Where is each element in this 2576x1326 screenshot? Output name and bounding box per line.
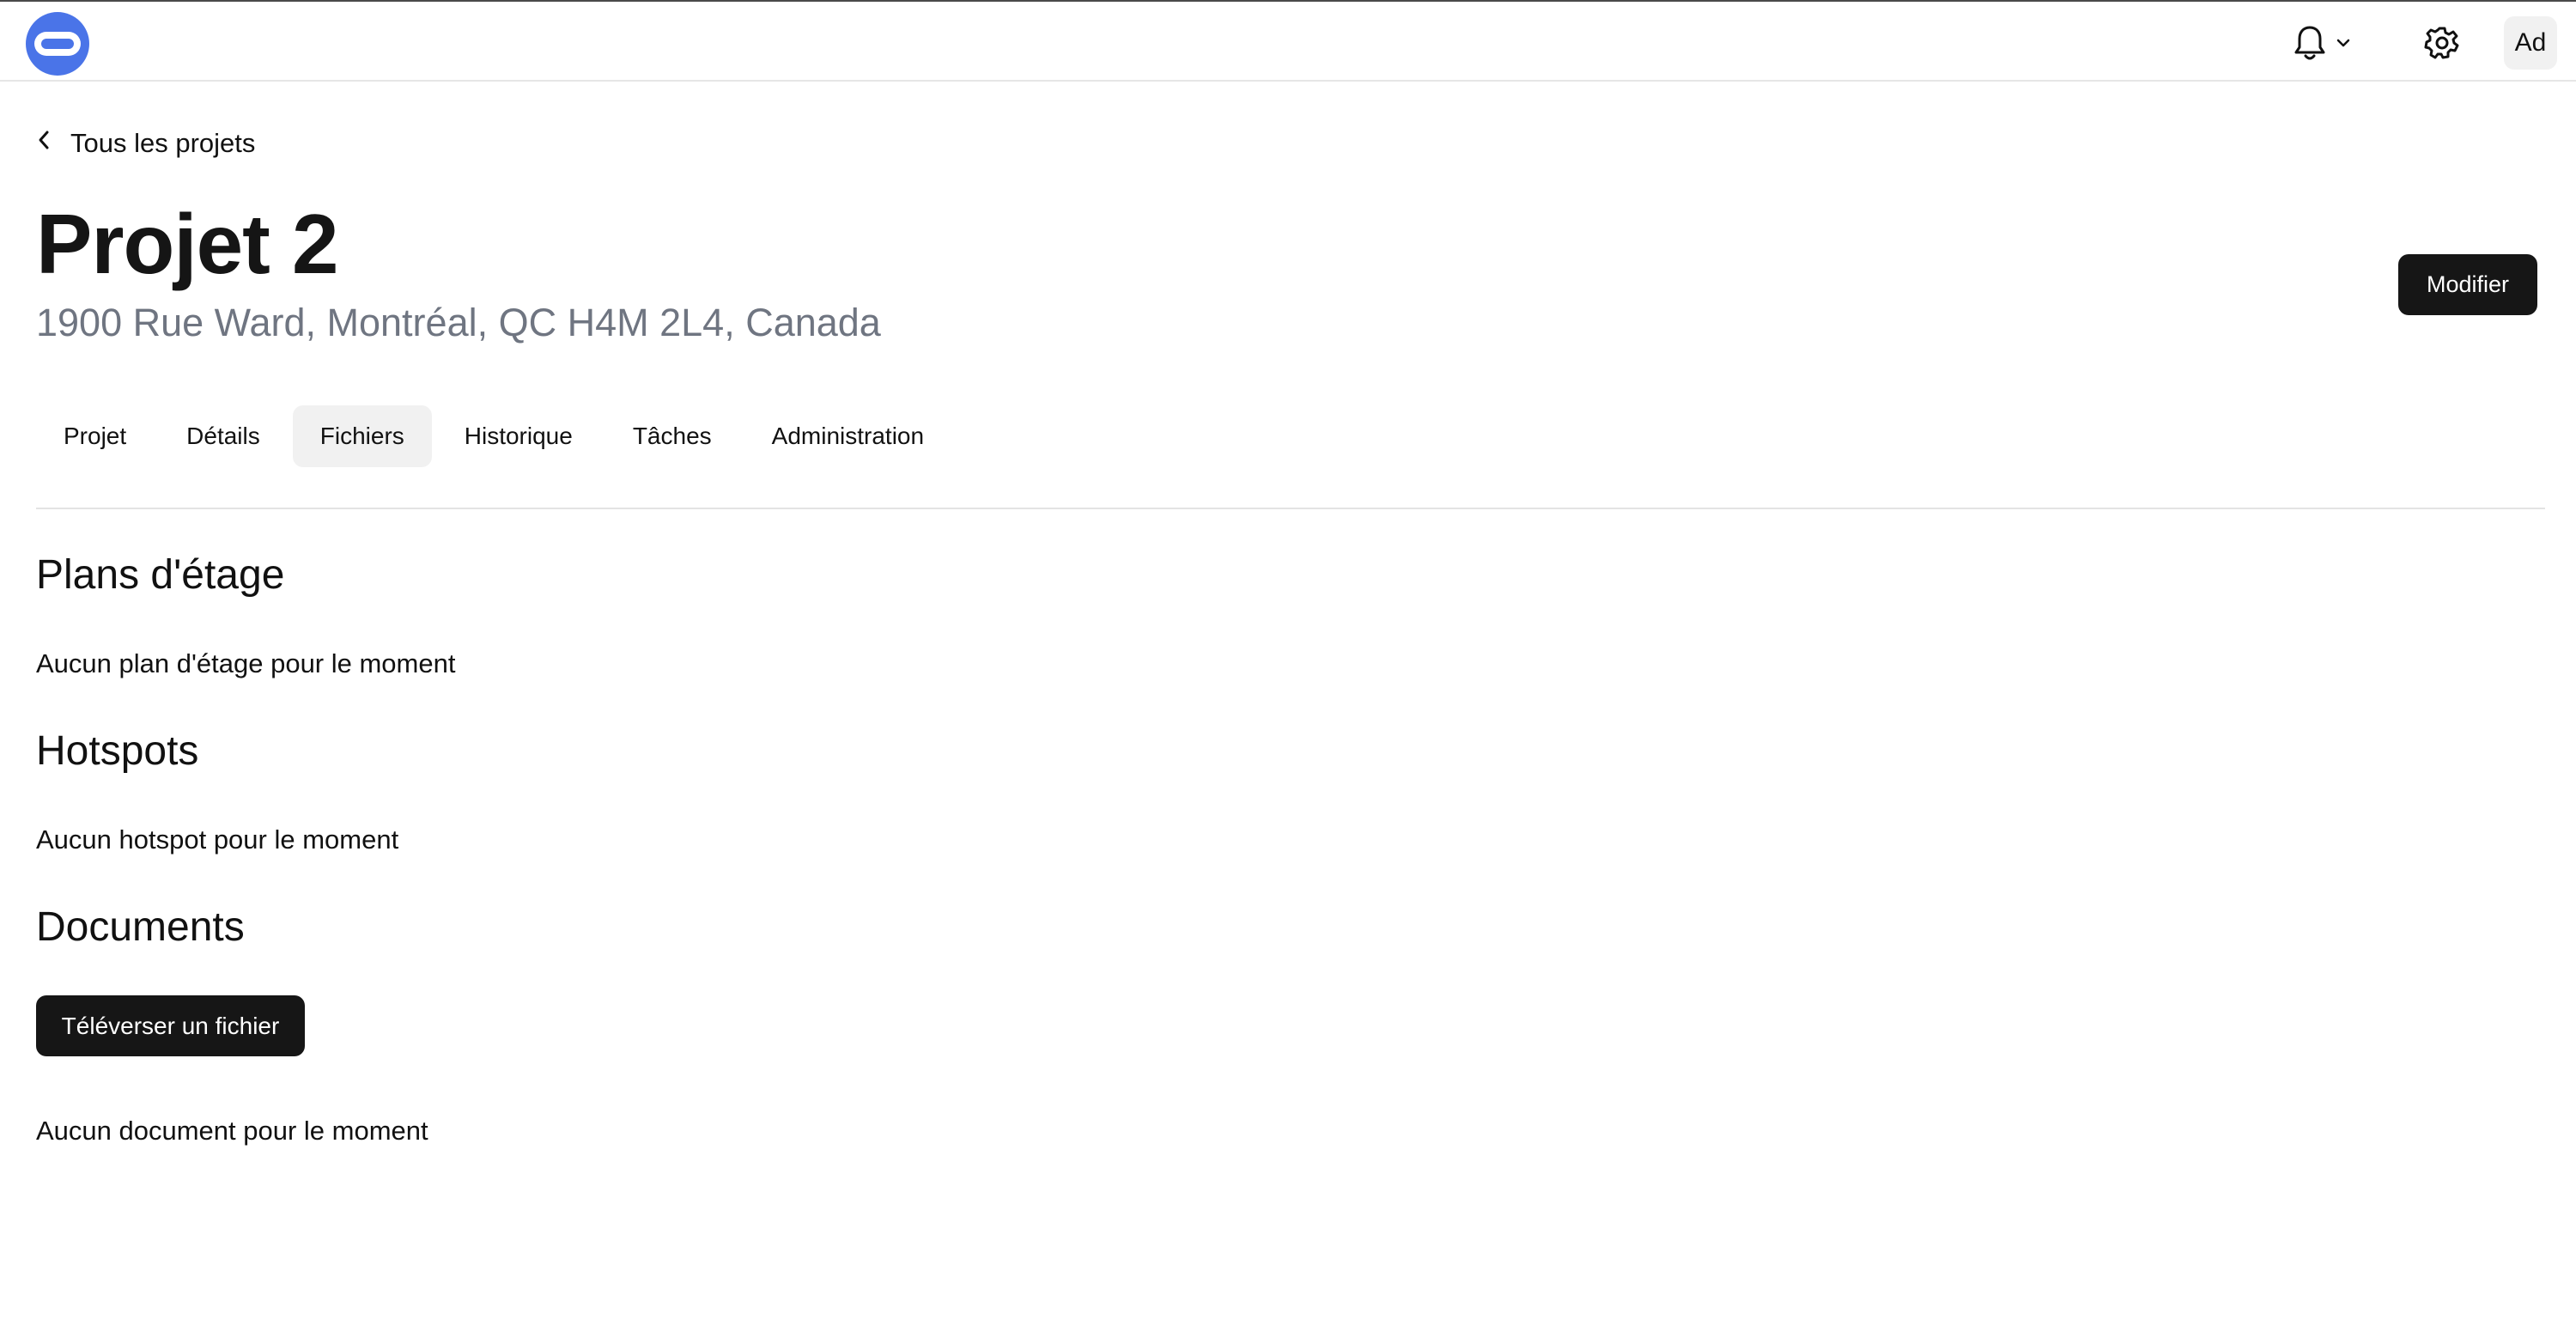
- hotspots-empty-message: Aucun hotspot pour le moment: [36, 824, 399, 855]
- documents-heading: Documents: [36, 904, 245, 950]
- upload-file-button[interactable]: Téléverser un fichier: [36, 995, 305, 1056]
- floor-plans-empty-message: Aucun plan d'étage pour le moment: [36, 648, 456, 678]
- tab-historique[interactable]: Historique: [437, 405, 600, 467]
- tabs-divider: [36, 508, 2545, 509]
- tab-details[interactable]: Détails: [159, 405, 288, 467]
- bell-icon: [2293, 24, 2327, 62]
- chevron-left-icon: [36, 128, 52, 159]
- back-link-label: Tous les projets: [70, 128, 256, 158]
- project-tabs: Projet Détails Fichiers Historique Tâche…: [36, 405, 951, 467]
- hotspots-heading: Hotspots: [36, 728, 199, 774]
- page-title: Projet 2: [36, 197, 338, 291]
- top-navigation-bar: Ad: [0, 0, 2576, 82]
- edit-button[interactable]: Modifier: [2398, 254, 2537, 315]
- documents-empty-message: Aucun document pour le moment: [36, 1116, 428, 1146]
- tab-administration[interactable]: Administration: [744, 405, 951, 467]
- floor-plans-heading: Plans d'étage: [36, 552, 285, 598]
- tab-projet[interactable]: Projet: [36, 405, 154, 467]
- user-avatar[interactable]: Ad: [2504, 16, 2557, 70]
- app-logo-icon[interactable]: [26, 12, 89, 76]
- back-to-projects-link[interactable]: Tous les projets: [36, 125, 255, 161]
- gear-icon[interactable]: [2423, 24, 2461, 62]
- project-address: 1900 Rue Ward, Montréal, QC H4M 2L4, Can…: [36, 301, 881, 344]
- notifications-menu[interactable]: [2293, 19, 2370, 67]
- chevron-down-icon: [2336, 38, 2351, 48]
- tab-fichiers[interactable]: Fichiers: [292, 405, 432, 467]
- tab-taches[interactable]: Tâches: [605, 405, 739, 467]
- avatar-initials: Ad: [2514, 28, 2547, 57]
